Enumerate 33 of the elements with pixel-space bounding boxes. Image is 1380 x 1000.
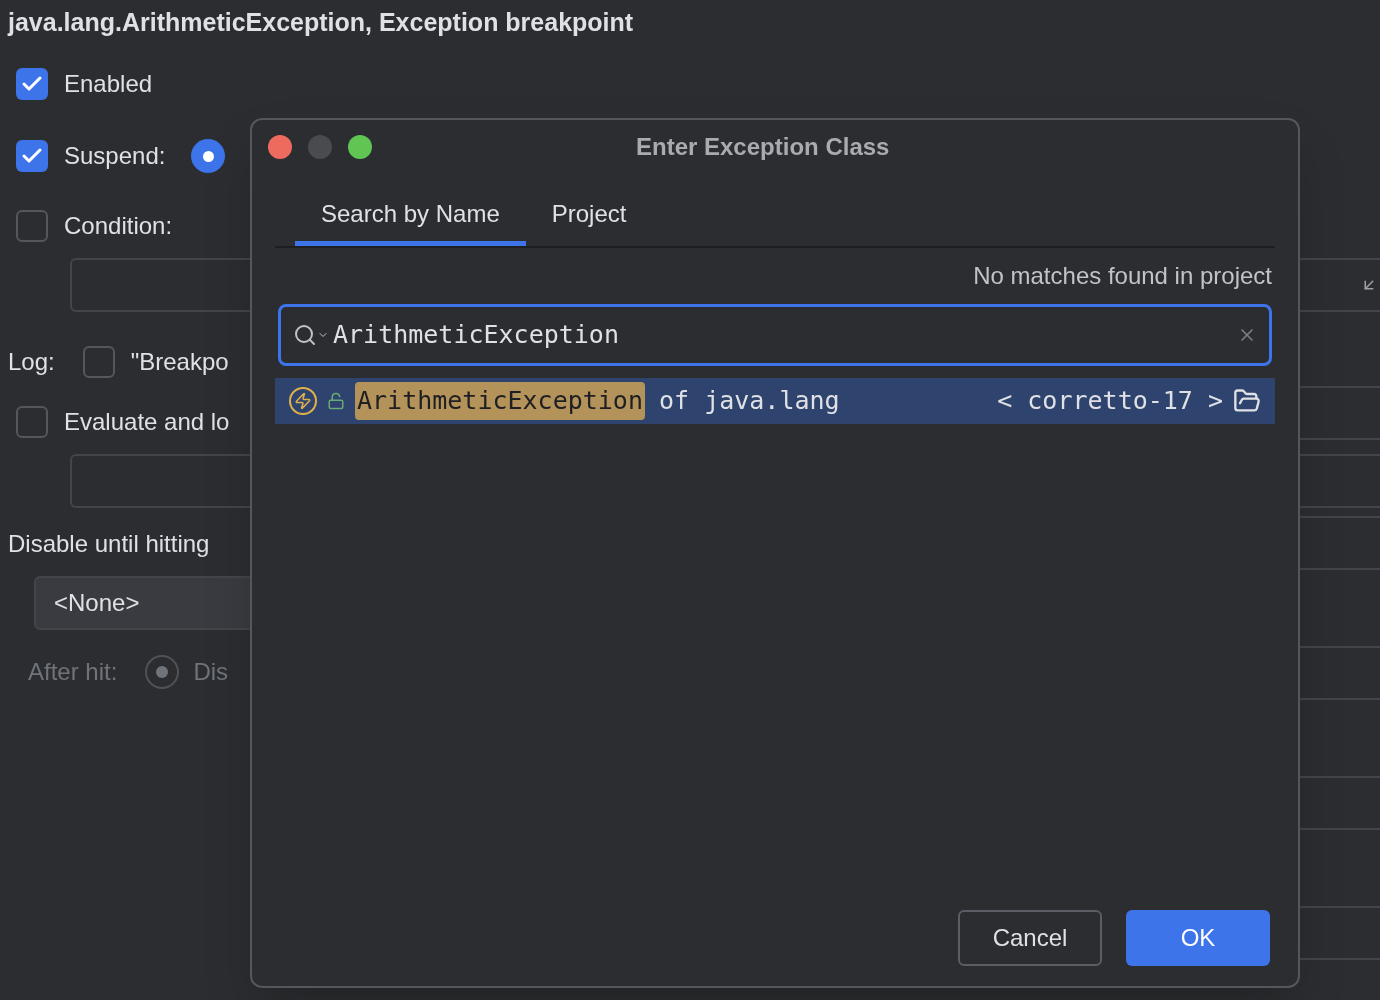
log-option-label: "Breakpo xyxy=(130,347,229,377)
search-field[interactable]: ArithmeticException xyxy=(278,304,1272,366)
zoom-button[interactable] xyxy=(348,135,372,159)
evaluate-label: Evaluate and lo xyxy=(64,407,230,437)
search-value: ArithmeticException xyxy=(333,319,620,352)
condition-label: Condition: xyxy=(64,211,173,241)
tab[interactable]: Project xyxy=(525,190,653,246)
ok-button[interactable]: OK xyxy=(1126,910,1270,966)
suspend-label: Suspend: xyxy=(64,141,166,171)
log-label: Log: xyxy=(8,347,55,377)
tab[interactable]: Search by Name xyxy=(295,190,526,246)
cancel-button[interactable]: Cancel xyxy=(958,910,1102,966)
after-hit-option-label: Dis xyxy=(193,657,229,687)
checkbox[interactable] xyxy=(16,210,48,242)
close-button[interactable] xyxy=(268,135,292,159)
checkbox[interactable] xyxy=(16,140,48,172)
enabled-label: Enabled xyxy=(64,69,153,99)
result-row[interactable]: ArithmeticException of java.lang < corretto-17 > xyxy=(275,378,1275,424)
status-text: No matches found in project xyxy=(973,261,1272,291)
after-hit-label: After hit: xyxy=(28,657,118,687)
library-name: < corretto-17 > xyxy=(997,385,1223,418)
class-name: ArithmeticException xyxy=(355,382,645,420)
checkbox[interactable] xyxy=(82,346,115,378)
lightning-icon xyxy=(289,387,317,415)
dialog-title: Enter Exception Class xyxy=(636,132,890,162)
package-name: of java.lang xyxy=(659,385,840,418)
breakpoint-title: java.lang.ArithmeticException, Exception breakpoint xyxy=(6,7,635,38)
search-icon xyxy=(293,323,317,347)
radio-button[interactable] xyxy=(191,139,226,173)
checkbox[interactable] xyxy=(16,68,48,100)
checkbox[interactable] xyxy=(16,406,48,438)
disable-until-label: Disable until hitting xyxy=(7,529,210,559)
unlock-icon xyxy=(327,392,345,410)
